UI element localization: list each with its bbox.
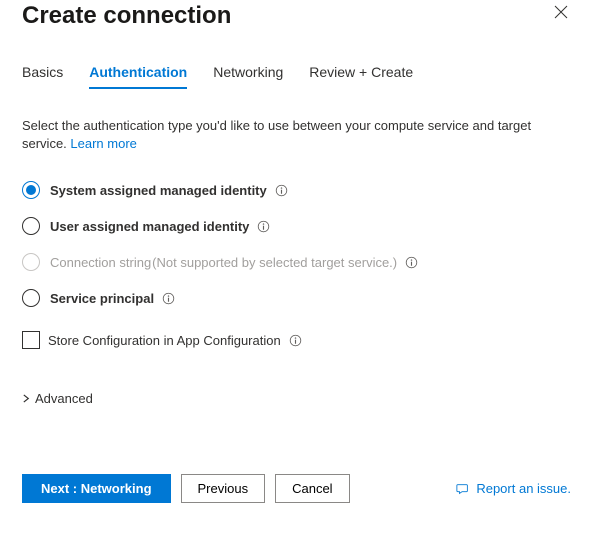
checkbox-label: Store Configuration in App Configuration [48, 333, 281, 348]
advanced-toggle[interactable]: Advanced [22, 391, 571, 406]
info-icon[interactable] [162, 292, 175, 305]
store-config-checkbox[interactable]: Store Configuration in App Configuration [22, 331, 571, 349]
auth-option-user-assigned[interactable]: User assigned managed identity [22, 217, 571, 235]
advanced-label: Advanced [35, 391, 93, 406]
radio-label: System assigned managed identity [50, 183, 267, 198]
radio-label-text: Connection string [50, 255, 151, 270]
cancel-button[interactable]: Cancel [275, 474, 349, 503]
close-icon[interactable] [553, 4, 569, 20]
radio-label: Connection string(Not supported by selec… [50, 255, 397, 270]
next-button[interactable]: Next : Networking [22, 474, 171, 503]
feedback-icon [456, 482, 470, 496]
auth-option-system-assigned[interactable]: System assigned managed identity [22, 181, 571, 199]
auth-options: System assigned managed identity User as… [22, 181, 571, 307]
auth-option-service-principal[interactable]: Service principal [22, 289, 571, 307]
auth-option-connection-string: Connection string(Not supported by selec… [22, 253, 571, 271]
chevron-right-icon [22, 394, 31, 403]
info-icon[interactable] [257, 220, 270, 233]
description-text: Select the authentication type you'd lik… [22, 117, 571, 153]
radio-note: (Not supported by selected target servic… [152, 255, 397, 270]
radio-label: Service principal [50, 291, 154, 306]
learn-more-link[interactable]: Learn more [70, 136, 136, 151]
previous-button[interactable]: Previous [181, 474, 266, 503]
page-title: Create connection [22, 2, 231, 30]
info-icon[interactable] [289, 334, 302, 347]
checkbox-icon [22, 331, 40, 349]
radio-icon [22, 217, 40, 235]
radio-label: User assigned managed identity [50, 219, 249, 234]
info-icon[interactable] [405, 256, 418, 269]
info-icon[interactable] [275, 184, 288, 197]
report-issue-label: Report an issue. [476, 481, 571, 496]
radio-icon [22, 181, 40, 199]
tab-networking[interactable]: Networking [213, 64, 283, 88]
radio-icon [22, 253, 40, 271]
tab-review-create[interactable]: Review + Create [309, 64, 413, 88]
tab-authentication[interactable]: Authentication [89, 64, 187, 88]
tab-bar: Basics Authentication Networking Review … [22, 64, 571, 89]
footer: Next : Networking Previous Cancel Report… [22, 474, 571, 503]
tab-basics[interactable]: Basics [22, 64, 63, 88]
radio-icon [22, 289, 40, 307]
report-issue-link[interactable]: Report an issue. [456, 481, 571, 496]
